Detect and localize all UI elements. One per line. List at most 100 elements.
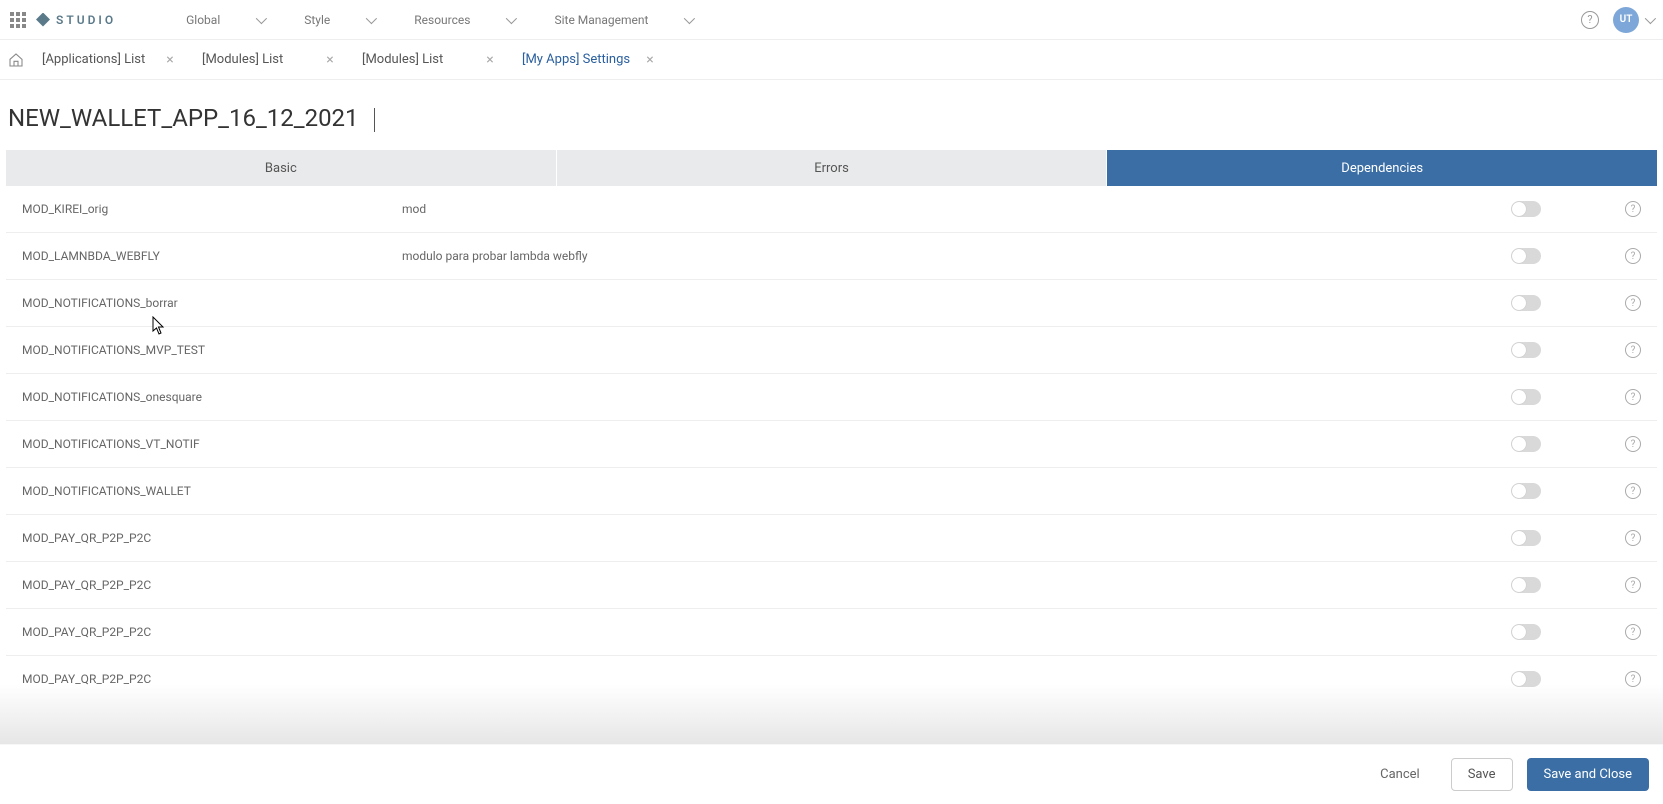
tab[interactable]: [My Apps] Settings × — [510, 40, 670, 80]
help-cell: ? — [1601, 201, 1641, 217]
help-icon[interactable]: ? — [1581, 11, 1599, 29]
toggle-switch[interactable] — [1511, 248, 1541, 264]
cancel-button[interactable]: Cancel — [1363, 758, 1437, 791]
table-row: MOD_NOTIFICATIONS_borrar? — [6, 280, 1657, 327]
tab-errors[interactable]: Errors — [557, 150, 1108, 186]
topbar: STUDIO Global Style Resources Site Manageme… — [0, 0, 1663, 40]
toggle-switch[interactable] — [1511, 201, 1541, 217]
close-icon[interactable]: × — [482, 52, 498, 68]
help-icon[interactable]: ? — [1625, 483, 1641, 499]
main-menu: Global Style Resources Site Management — [186, 13, 692, 27]
module-name: MOD_KIREI_orig — [22, 202, 402, 216]
help-icon[interactable]: ? — [1625, 248, 1641, 264]
menu-item-label: Global — [186, 13, 220, 27]
module-name: MOD_LAMNBDA_WEBFLY — [22, 249, 402, 263]
toggle-cell — [1511, 342, 1601, 358]
module-name: MOD_PAY_QR_P2P_P2C — [22, 531, 402, 545]
help-icon[interactable]: ? — [1625, 577, 1641, 593]
menu-item[interactable]: Resources — [414, 13, 514, 27]
toggle-switch[interactable] — [1511, 624, 1541, 640]
table-row: MOD_PAY_QR_P2P_P2C? — [6, 609, 1657, 656]
logo-mark-icon — [36, 13, 50, 27]
help-cell: ? — [1601, 624, 1641, 640]
logo[interactable]: STUDIO — [36, 13, 116, 27]
help-icon[interactable]: ? — [1625, 389, 1641, 405]
toggle-cell — [1511, 624, 1601, 640]
page-title-text: NEW_WALLET_APP_16_12_2021 — [8, 104, 359, 132]
toggle-cell — [1511, 671, 1601, 687]
help-cell: ? — [1601, 671, 1641, 687]
help-cell: ? — [1601, 483, 1641, 499]
tab-dependencies[interactable]: Dependencies — [1107, 150, 1657, 186]
table-row: MOD_PAY_QR_P2P_P2C? — [6, 562, 1657, 609]
table-row: MOD_NOTIFICATIONS_MVP_TEST? — [6, 327, 1657, 374]
chevron-down-icon — [1645, 12, 1656, 23]
tab[interactable]: [Modules] List × — [190, 40, 350, 80]
tabstrip: [Applications] List×[Modules] List×[Modu… — [0, 40, 1663, 80]
user-menu[interactable]: UT — [1613, 7, 1653, 33]
table-row: MOD_PAY_QR_P2P_P2C? — [6, 656, 1657, 702]
chevron-down-icon — [256, 12, 267, 23]
help-icon[interactable]: ? — [1625, 436, 1641, 452]
tab-label: [Modules] List — [202, 52, 283, 67]
help-icon[interactable]: ? — [1625, 295, 1641, 311]
toggle-cell — [1511, 201, 1601, 217]
help-icon[interactable]: ? — [1625, 201, 1641, 217]
table-row: MOD_KIREI_origmod? — [6, 186, 1657, 233]
toggle-cell — [1511, 389, 1601, 405]
chevron-down-icon — [506, 12, 517, 23]
section-tabs: Basic Errors Dependencies — [6, 150, 1657, 186]
tab-basic[interactable]: Basic — [6, 150, 557, 186]
help-icon[interactable]: ? — [1625, 530, 1641, 546]
table-row: MOD_NOTIFICATIONS_onesquare? — [6, 374, 1657, 421]
home-icon[interactable] — [6, 50, 26, 70]
menu-item-label: Resources — [414, 13, 470, 27]
toggle-switch[interactable] — [1511, 577, 1541, 593]
tab-label: [My Apps] Settings — [522, 52, 630, 67]
table-row: MOD_NOTIFICATIONS_VT_NOTIF? — [6, 421, 1657, 468]
save-button[interactable]: Save — [1451, 758, 1513, 791]
toggle-switch[interactable] — [1511, 436, 1541, 452]
toggle-switch[interactable] — [1511, 671, 1541, 687]
footer-actions: Cancel Save Save and Close — [0, 744, 1663, 804]
save-close-button[interactable]: Save and Close — [1527, 758, 1649, 791]
table-row: MOD_PAY_QR_P2P_P2C? — [6, 515, 1657, 562]
help-cell: ? — [1601, 389, 1641, 405]
close-icon[interactable]: × — [162, 52, 178, 68]
module-name: MOD_NOTIFICATIONS_WALLET — [22, 484, 402, 498]
apps-grid-icon[interactable] — [10, 12, 26, 28]
tab[interactable]: [Modules] List× — [350, 40, 510, 80]
module-name: MOD_NOTIFICATIONS_borrar — [22, 296, 402, 310]
toggle-cell — [1511, 436, 1601, 452]
help-cell: ? — [1601, 577, 1641, 593]
close-icon[interactable]: × — [322, 52, 338, 68]
menu-item[interactable]: Global — [186, 13, 264, 27]
module-description: mod — [402, 202, 1511, 216]
toggle-switch[interactable] — [1511, 483, 1541, 499]
toggle-switch[interactable] — [1511, 342, 1541, 358]
toggle-switch[interactable] — [1511, 295, 1541, 311]
module-description: modulo para probar lambda webfly — [402, 249, 1511, 263]
page-title: NEW_WALLET_APP_16_12_2021 — [0, 80, 1663, 150]
module-name: MOD_PAY_QR_P2P_P2C — [22, 672, 402, 686]
module-name: MOD_NOTIFICATIONS_MVP_TEST — [22, 343, 402, 357]
dependencies-list: MOD_KIREI_origmod?MOD_LAMNBDA_WEBFLYmodu… — [6, 186, 1657, 702]
toggle-switch[interactable] — [1511, 389, 1541, 405]
help-cell: ? — [1601, 295, 1641, 311]
help-icon[interactable]: ? — [1625, 624, 1641, 640]
close-icon[interactable]: × — [642, 52, 658, 68]
help-icon[interactable]: ? — [1625, 342, 1641, 358]
tab-label: [Applications] List — [42, 52, 145, 67]
toggle-cell — [1511, 248, 1601, 264]
menu-item-label: Style — [304, 13, 330, 27]
menu-item[interactable]: Style — [304, 13, 374, 27]
table-row: MOD_NOTIFICATIONS_WALLET? — [6, 468, 1657, 515]
module-name: MOD_PAY_QR_P2P_P2C — [22, 625, 402, 639]
toggle-cell — [1511, 483, 1601, 499]
help-icon[interactable]: ? — [1625, 671, 1641, 687]
toggle-switch[interactable] — [1511, 530, 1541, 546]
chevron-down-icon — [684, 12, 695, 23]
tab[interactable]: [Applications] List × — [30, 40, 190, 80]
menu-item[interactable]: Site Management — [554, 13, 692, 27]
table-row: MOD_LAMNBDA_WEBFLYmodulo para probar lam… — [6, 233, 1657, 280]
